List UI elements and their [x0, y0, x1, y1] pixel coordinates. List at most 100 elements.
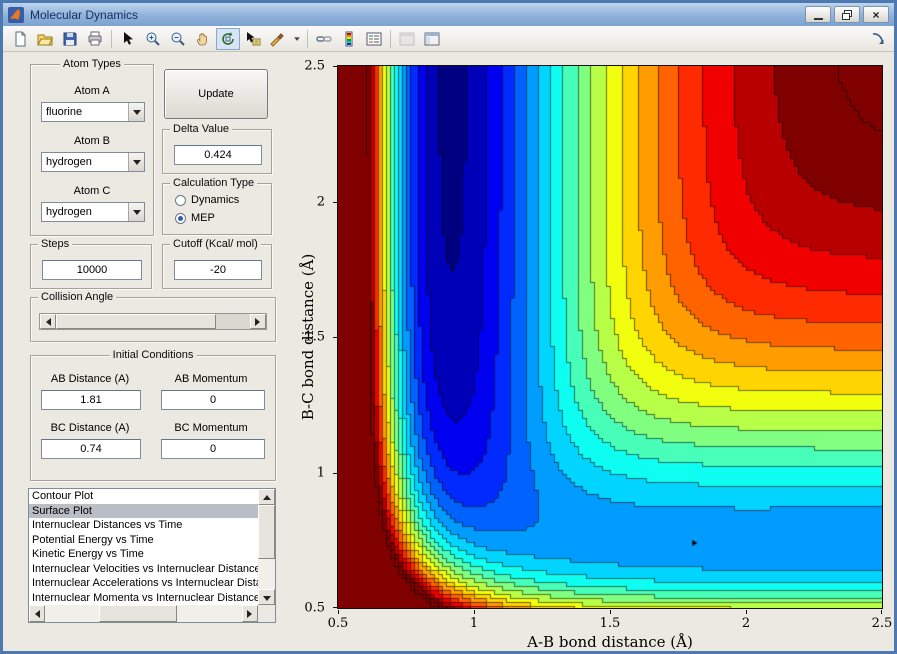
- mep-radio[interactable]: [175, 212, 186, 224]
- vertical-scrollbar[interactable]: [258, 489, 275, 605]
- calculation-type-title: Calculation Type: [170, 177, 258, 189]
- toolbar-separator: [390, 29, 391, 48]
- steps-title: Steps: [38, 238, 73, 250]
- brush-dropdown-button[interactable]: [291, 28, 303, 50]
- ab-distance-field[interactable]: 1.81: [41, 390, 141, 410]
- rotate-3d-icon: [222, 31, 234, 45]
- y-tick-label: 0.5: [304, 600, 325, 616]
- scroll-down-button[interactable]: [258, 589, 275, 605]
- bc-distance-field[interactable]: 0.74: [41, 439, 141, 459]
- initial-conditions-title: Initial Conditions: [109, 349, 197, 361]
- atom-a-dropdown-button[interactable]: [128, 103, 144, 121]
- show-plot-tools-icon: [424, 32, 440, 45]
- scroll-right-button[interactable]: [242, 605, 258, 622]
- link-plots-button[interactable]: [312, 28, 336, 50]
- collision-angle-slider[interactable]: [39, 313, 267, 330]
- slider-thumb[interactable]: [56, 314, 216, 329]
- chevron-down-icon: [294, 37, 300, 43]
- dynamics-radio-label: Dynamics: [191, 194, 240, 206]
- hide-plot-tools-button[interactable]: [395, 28, 419, 50]
- list-item[interactable]: Kinetic Energy vs Time: [29, 547, 258, 562]
- data-cursor-button[interactable]: [241, 28, 265, 50]
- dock-figure-button[interactable]: [867, 28, 889, 50]
- delta-value-title: Delta Value: [170, 123, 233, 135]
- atom-c-value: hydrogen: [46, 206, 92, 218]
- arrow-right-icon: [255, 317, 264, 326]
- cutoff-field[interactable]: -20: [174, 260, 262, 280]
- bc-momentum-field[interactable]: 0: [161, 439, 265, 459]
- mep-radio-label: MEP: [191, 212, 215, 224]
- contour-canvas[interactable]: [337, 65, 883, 609]
- horizontal-scroll-thumb[interactable]: [99, 605, 177, 622]
- atom-b-select[interactable]: hydrogen: [41, 152, 145, 172]
- minimize-button[interactable]: [805, 6, 831, 23]
- insert-colorbar-button[interactable]: [337, 28, 361, 50]
- open-folder-icon: [37, 34, 53, 45]
- atom-c-dropdown-button[interactable]: [128, 203, 144, 221]
- rotate-3d-button[interactable]: [216, 27, 240, 50]
- scroll-left-button[interactable]: [29, 605, 45, 622]
- x-tick-label: 2.5: [871, 616, 893, 631]
- list-item[interactable]: Potential Energy vs Time: [29, 533, 258, 548]
- arrow-up-icon: [262, 491, 271, 500]
- toolbar-separator: [111, 29, 112, 48]
- list-item[interactable]: Internuclear Accelerations vs Internucle…: [29, 576, 258, 591]
- arrow-right-icon: [247, 609, 256, 618]
- horizontal-scrollbar[interactable]: [29, 605, 258, 622]
- y-tick-label: 2: [316, 194, 325, 209]
- dynamics-radio[interactable]: [175, 194, 186, 206]
- titlebar[interactable]: Molecular Dynamics ×: [3, 3, 894, 26]
- toolbar-separator: [307, 29, 308, 48]
- list-item[interactable]: Internuclear Velocities vs Internuclear …: [29, 562, 258, 577]
- show-plot-tools-button[interactable]: [420, 28, 444, 50]
- slider-right-button[interactable]: [250, 314, 266, 329]
- figure-toolbar: [3, 26, 894, 52]
- update-button[interactable]: Update: [164, 69, 268, 119]
- x-tick-label: 0.5: [327, 616, 349, 631]
- scroll-up-button[interactable]: [258, 489, 275, 505]
- zoom-in-icon: [146, 32, 160, 46]
- initial-conditions-group: Initial Conditions AB Distance (A) AB Mo…: [30, 349, 276, 481]
- atom-c-select[interactable]: hydrogen: [41, 202, 145, 222]
- dynamics-radio-row: Dynamics: [175, 194, 239, 206]
- list-item-selected[interactable]: Surface Plot: [29, 503, 258, 518]
- collision-angle-group: Collision Angle: [30, 291, 276, 342]
- steps-field[interactable]: 10000: [42, 260, 142, 280]
- matlab-app-icon: [8, 6, 24, 23]
- atom-types-group: Atom Types Atom A fluorine Atom B hydrog…: [30, 58, 154, 236]
- slider-track[interactable]: [216, 314, 250, 329]
- insert-legend-button[interactable]: [362, 28, 386, 50]
- list-item[interactable]: Internuclear Distances vs Time: [29, 518, 258, 533]
- delta-value-field[interactable]: 0.424: [174, 145, 262, 165]
- new-figure-button[interactable]: [8, 28, 32, 50]
- list-item[interactable]: Internuclear Momenta vs Internuclear Dis…: [29, 591, 258, 606]
- printer-icon: [88, 31, 102, 45]
- print-figure-button[interactable]: [83, 28, 107, 50]
- atom-a-select[interactable]: fluorine: [41, 102, 145, 122]
- calculation-type-group: Calculation Type Dynamics MEP: [162, 177, 272, 235]
- zoom-out-button[interactable]: [166, 28, 190, 50]
- close-button[interactable]: ×: [863, 6, 889, 23]
- atom-b-value: hydrogen: [46, 156, 92, 168]
- restore-button[interactable]: [834, 6, 860, 23]
- ab-momentum-field[interactable]: 0: [161, 390, 265, 410]
- atom-b-label: Atom B: [73, 135, 111, 147]
- brush-data-button[interactable]: [266, 28, 290, 50]
- pointer-tool-button[interactable]: [116, 28, 140, 50]
- atom-b-dropdown-button[interactable]: [128, 153, 144, 171]
- slider-left-button[interactable]: [40, 314, 56, 329]
- zoom-in-button[interactable]: [141, 28, 165, 50]
- data-cursor-icon: [247, 31, 261, 45]
- save-figure-button[interactable]: [58, 28, 82, 50]
- collision-angle-title: Collision Angle: [38, 291, 117, 303]
- arrow-down-icon: [262, 595, 271, 605]
- atom-types-title: Atom Types: [60, 58, 124, 70]
- pan-tool-button[interactable]: [191, 28, 215, 50]
- open-file-button[interactable]: [33, 28, 57, 50]
- vertical-scroll-thumb[interactable]: [258, 505, 275, 559]
- x-tick-label: 2: [741, 616, 751, 631]
- arrow-left-icon: [31, 609, 40, 618]
- link-chain-icon: [316, 35, 332, 42]
- list-item[interactable]: Contour Plot: [29, 489, 258, 504]
- plot-type-listbox: Contour Plot Surface Plot Internuclear D…: [28, 488, 276, 623]
